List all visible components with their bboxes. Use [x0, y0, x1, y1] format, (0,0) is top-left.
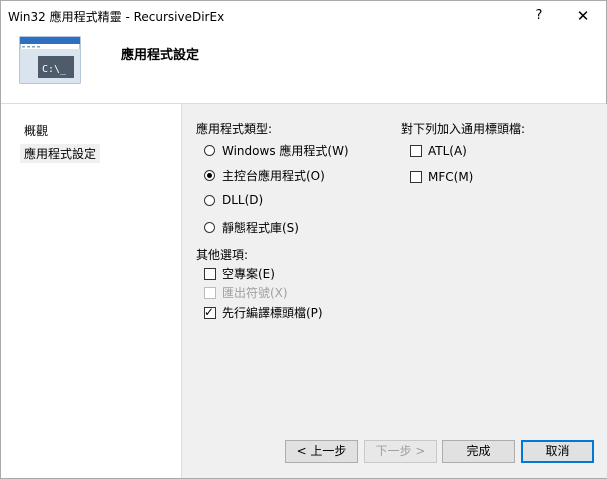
radio-windows-app[interactable]: Windows 應用程式(W) — [204, 142, 349, 159]
checkbox-box-disabled — [204, 286, 216, 299]
app-type-label: 應用程式類型: — [196, 122, 273, 136]
checkbox-label: ATL(A) — [428, 144, 467, 158]
checkbox-box — [410, 171, 422, 183]
settings-pane: 應用程式類型: Windows 應用程式(W) 主控台應用程式(O) DLL(D… — [181, 104, 607, 478]
checkbox-label: 先行編譯標頭檔(P) — [222, 306, 323, 320]
common-headers-label: 對下列加入通用標頭檔: — [401, 122, 526, 136]
console-prompt-text: C:\_ — [42, 64, 67, 75]
checkbox-empty-project[interactable]: 空專案(E) — [204, 265, 275, 282]
checkbox-box-checked: ✓ — [204, 304, 216, 319]
checkbox-mfc[interactable]: MFC(M) — [410, 170, 473, 184]
radio-label: 主控台應用程式(O) — [222, 169, 325, 183]
console-app-illustration: C:\_ — [18, 34, 82, 92]
radio-circle — [204, 194, 215, 206]
checkbox-precompiled-header[interactable]: ✓ 先行編譯標頭檔(P) — [204, 304, 323, 321]
checkbox-box — [410, 145, 422, 157]
nav-pane: 概觀 應用程式設定 — [1, 104, 180, 478]
window-title: Win32 應用程式精靈 - RecursiveDirEx — [8, 10, 225, 24]
other-options-label: 其他選項: — [196, 248, 249, 262]
finish-button[interactable]: 完成 — [442, 440, 515, 463]
radio-console-app[interactable]: 主控台應用程式(O) — [204, 167, 325, 184]
radio-label: Windows 應用程式(W) — [222, 144, 349, 158]
radio-circle — [204, 145, 215, 156]
radio-circle — [204, 222, 215, 233]
nav-item-app-settings[interactable]: 應用程式設定 — [20, 144, 101, 163]
radio-dll[interactable]: DLL(D) — [204, 193, 263, 207]
wizard-window: Win32 應用程式精靈 - RecursiveDirEx ? ✕ C:\_ 應… — [0, 0, 607, 479]
next-button[interactable]: 下一步 > — [364, 440, 437, 463]
checkbox-label: MFC(M) — [428, 170, 474, 184]
nav-item-overview[interactable]: 概觀 — [24, 122, 48, 139]
checkbox-box — [204, 267, 216, 280]
close-button[interactable]: ✕ — [569, 5, 597, 27]
checkbox-label: 匯出符號(X) — [222, 286, 288, 300]
checkmark-icon: ✓ — [204, 304, 215, 319]
radio-circle-selected — [204, 170, 215, 181]
cancel-button[interactable]: 取消 — [521, 440, 594, 463]
checkbox-label: 空專案(E) — [222, 267, 275, 281]
checkbox-export-symbols[interactable]: 匯出符號(X) — [204, 284, 288, 301]
title-bar: Win32 應用程式精靈 - RecursiveDirEx ? ✕ — [1, 1, 606, 31]
radio-static-library[interactable]: 靜態程式庫(S) — [204, 219, 299, 236]
radio-label: DLL(D) — [222, 193, 264, 207]
page-title: 應用程式設定 — [121, 48, 200, 63]
checkbox-atl[interactable]: ATL(A) — [410, 144, 467, 158]
back-button[interactable]: < 上一步 — [285, 440, 358, 463]
help-button[interactable]: ? — [525, 5, 553, 27]
radio-label: 靜態程式庫(S) — [222, 221, 299, 235]
wizard-header: C:\_ 應用程式設定 — [1, 31, 606, 104]
